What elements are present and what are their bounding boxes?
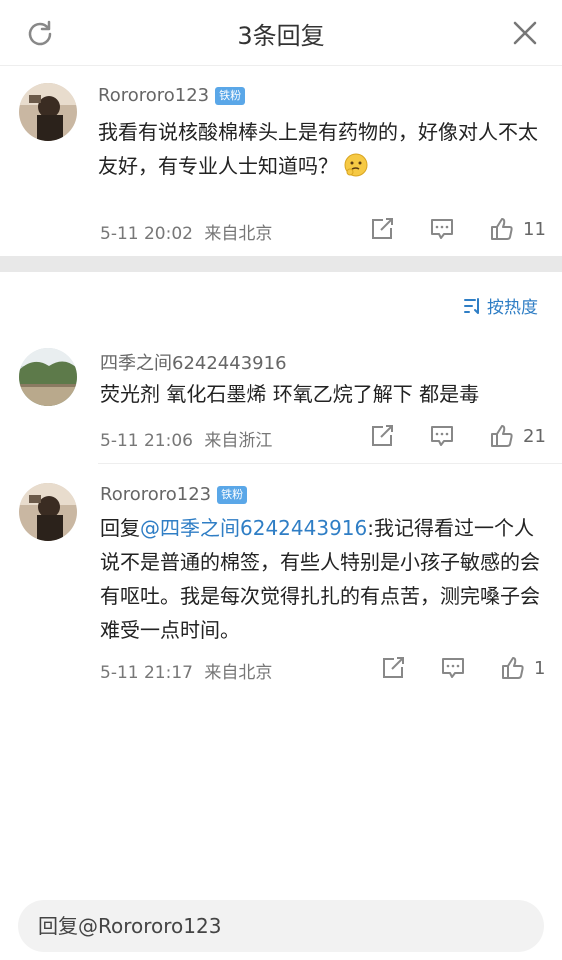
comment-header: Rorororo123 铁粉	[98, 85, 246, 106]
location: 来自北京	[204, 663, 273, 683]
comment-icon	[431, 219, 453, 239]
avatar[interactable]	[19, 348, 77, 406]
like-count: 1	[534, 657, 546, 679]
location: 来自北京	[204, 224, 273, 244]
thumbs-up-icon	[502, 657, 524, 679]
header: 3条回复	[0, 0, 562, 66]
comment-body: 我看有说核酸棉棒头上是有药物的，好像对人不太友好，有专业人士知道吗？	[98, 120, 538, 178]
thumbs-up-icon	[491, 425, 513, 447]
timestamp: 5-11 20:02	[100, 224, 193, 244]
reply-divider	[98, 463, 562, 464]
share-button[interactable]	[369, 216, 395, 242]
reply-text: 荧光剂 氧化石墨烯 环氧乙烷了解下 都是毒	[100, 382, 480, 406]
sort-icon	[464, 297, 479, 314]
reply-header: 四季之间6242443916	[100, 349, 287, 375]
username[interactable]: Rorororo123	[98, 85, 209, 106]
like-count: 11	[523, 218, 546, 240]
sort-label: 按热度	[487, 298, 538, 318]
timestamp: 5-11 21:06	[100, 431, 193, 451]
share-button[interactable]	[369, 423, 395, 449]
reply-input[interactable]: 回复@Rorororo123	[18, 900, 544, 952]
share-button[interactable]	[380, 655, 406, 681]
reply-actions: 1	[380, 655, 545, 681]
username[interactable]: 四季之间6242443916	[100, 349, 287, 375]
main-comment: Rorororo123 铁粉 我看有说核酸棉棒头上是有药物的，好像对人不太友好，…	[0, 66, 562, 256]
section-separator	[0, 256, 562, 272]
timestamp: 5-11 21:17	[100, 663, 193, 683]
comment-actions: 11	[369, 216, 546, 242]
reply-meta: 5-11 21:17 来自北京	[100, 658, 272, 683]
comment-icon	[442, 658, 464, 678]
close-icon[interactable]	[512, 20, 538, 46]
comment-button[interactable]	[440, 655, 466, 681]
thumbs-up-icon	[491, 218, 513, 240]
reply-header: Rorororo123 铁粉	[100, 484, 248, 505]
like-button[interactable]: 11	[489, 216, 546, 242]
like-count: 21	[523, 425, 546, 447]
comment-button[interactable]	[429, 216, 455, 242]
thinking-face-emoji-icon	[344, 153, 368, 187]
reply-actions: 21	[369, 423, 546, 449]
page-title: 3条回复	[237, 22, 325, 50]
like-button[interactable]: 1	[500, 655, 545, 681]
reply-meta: 5-11 21:06 来自浙江	[100, 426, 272, 451]
comment-button[interactable]	[429, 423, 455, 449]
avatar[interactable]	[19, 483, 77, 541]
share-icon	[383, 657, 404, 678]
fan-badge: 铁粉	[217, 485, 248, 504]
sort-button[interactable]: 按热度	[463, 293, 538, 318]
share-icon	[372, 425, 393, 446]
location: 来自浙江	[204, 431, 273, 451]
reply-text: 回复@四季之间6242443916:我记得看过一个人说不是普通的棉签，有些人特别…	[100, 511, 546, 647]
mention-link[interactable]: @四季之间6242443916	[140, 516, 367, 540]
fan-badge: 铁粉	[215, 86, 246, 105]
like-button[interactable]: 21	[489, 423, 546, 449]
comment-meta: 5-11 20:02 来自北京	[100, 219, 272, 244]
comment-text: 我看有说核酸棉棒头上是有药物的，好像对人不太友好，有专业人士知道吗？	[98, 115, 544, 187]
comment-icon	[431, 426, 453, 446]
reply-prefix: 回复	[100, 516, 140, 540]
avatar[interactable]	[19, 83, 77, 141]
share-icon	[372, 218, 393, 239]
username[interactable]: Rorororo123	[100, 484, 211, 505]
